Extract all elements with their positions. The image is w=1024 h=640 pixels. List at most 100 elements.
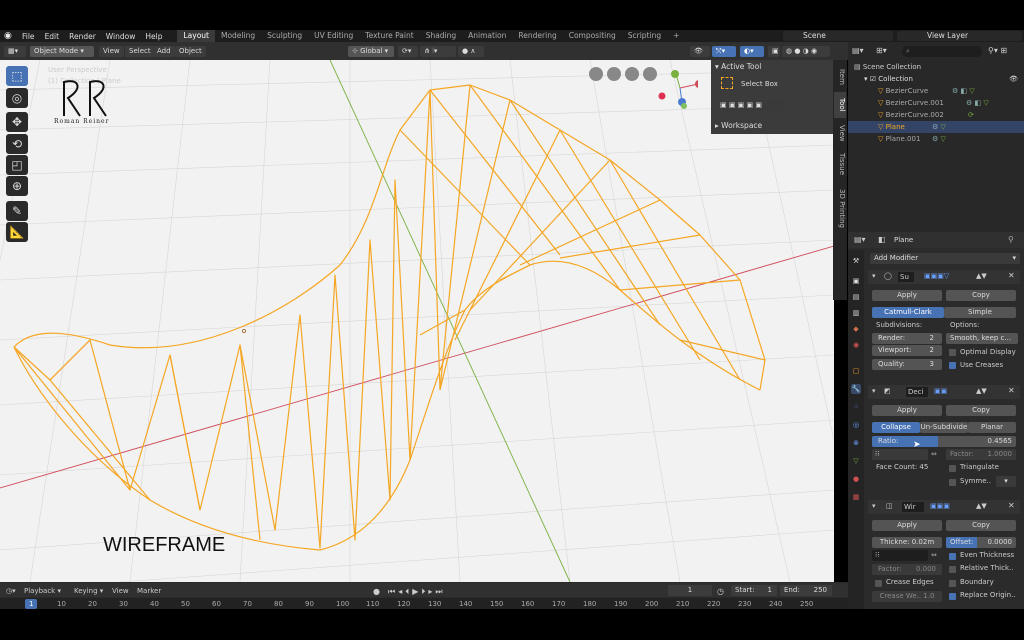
xray-icon[interactable]: ▣: [768, 46, 780, 57]
replace-original-checkbox[interactable]: [949, 593, 956, 600]
optimal-display-checkbox[interactable]: [949, 349, 956, 356]
view-menu[interactable]: View: [99, 46, 124, 57]
tab-texture-paint[interactable]: Texture Paint: [359, 30, 419, 42]
collapse-arrow-icon[interactable]: ▾: [872, 387, 876, 395]
timeline-editor-icon[interactable]: ◷▾: [6, 587, 16, 595]
wireframe-copy-button[interactable]: Copy: [946, 520, 1016, 531]
marker-menu[interactable]: Marker: [137, 587, 161, 595]
gizmo-toggle-icon[interactable]: ⤲▾: [712, 46, 736, 57]
tab-3d-printing[interactable]: 3D Printing: [834, 184, 846, 232]
outliner-item-beziercurve-002[interactable]: ▽ BezierCurve.002 ⟳: [848, 109, 1024, 121]
offset-field[interactable]: Offset: 0.0000: [946, 537, 1016, 548]
wireframe-name-field[interactable]: Wir: [902, 502, 924, 512]
simple-button[interactable]: Simple: [944, 307, 1016, 318]
thickness-field[interactable]: Thickne: 0.02m: [872, 537, 942, 548]
collapse-arrow-icon[interactable]: ▾: [872, 502, 876, 510]
decimate-modifier-header[interactable]: ▾ ◩ Deci ▣▣ ▲▼ ✕: [868, 385, 1020, 399]
playback-menu[interactable]: Playback ▾: [24, 587, 61, 595]
catmull-clark-button[interactable]: Catmull-Clark: [872, 307, 944, 318]
shading-modes[interactable]: ◍ ● ◑ ◉: [782, 46, 830, 57]
tab-compositing[interactable]: Compositing: [563, 30, 622, 42]
visibility-icon[interactable]: 👁▾: [690, 46, 710, 66]
viewport-levels-field[interactable]: Viewport: 2: [872, 345, 942, 356]
modifier-tab-icon[interactable]: 🔧: [851, 384, 861, 394]
add-workspace-button[interactable]: +: [667, 30, 685, 42]
select-mode-buttons[interactable]: ▣ ▣ ▣ ▣ ▣: [717, 100, 787, 111]
tab-shading[interactable]: Shading: [420, 30, 462, 42]
add-menu[interactable]: Add: [153, 46, 175, 57]
transform-tool-icon[interactable]: ⊕: [6, 176, 28, 196]
unsubdivide-button[interactable]: Un-Subdivide: [920, 422, 968, 433]
quality-field[interactable]: Quality: 3: [872, 359, 942, 370]
crease-weight-field[interactable]: Crease We.. 1.0: [872, 591, 942, 602]
current-frame-field[interactable]: 1: [668, 585, 712, 596]
outliner-item-plane[interactable]: ▽ Plane ⚙ ▽: [848, 121, 1024, 133]
crease-edges-checkbox[interactable]: [875, 580, 882, 587]
subsurf-name-field[interactable]: Su: [898, 272, 914, 282]
use-creases-checkbox[interactable]: [949, 362, 956, 369]
menu-file[interactable]: File: [17, 32, 40, 41]
outliner-editor-icon[interactable]: ▤▾: [852, 46, 872, 57]
decimate-copy-button[interactable]: Copy: [946, 405, 1016, 416]
display-toggles-icon[interactable]: ▣▣▣▽: [924, 272, 949, 280]
select-box-icon[interactable]: [721, 77, 733, 89]
texture-tab-icon[interactable]: ▦: [851, 492, 861, 502]
constraints-tab-icon[interactable]: ⊗: [851, 438, 861, 448]
move-arrows-icon[interactable]: ▲▼: [976, 387, 987, 395]
invert-arrows-icon[interactable]: ⇔: [931, 551, 937, 559]
pin-icon[interactable]: ⚲: [1008, 235, 1014, 244]
scale-tool-icon[interactable]: ◰: [6, 155, 28, 175]
measure-tool-icon[interactable]: 📐: [6, 222, 28, 242]
invert-arrows-icon[interactable]: ⇔: [931, 450, 937, 458]
physics-tab-icon[interactable]: ◎: [851, 420, 861, 430]
even-thickness-checkbox[interactable]: [949, 553, 956, 560]
overlay-toggle-icon[interactable]: ◐▾: [740, 46, 764, 57]
select-menu[interactable]: Select: [125, 46, 155, 57]
object-menu[interactable]: Object: [175, 46, 206, 57]
navigation-gizmo[interactable]: [588, 66, 703, 116]
start-frame-field[interactable]: Start: 1: [731, 585, 777, 596]
remove-modifier-icon[interactable]: ✕: [1008, 501, 1015, 510]
material-tab-icon[interactable]: ●: [851, 474, 861, 484]
ratio-slider[interactable]: Ratio: 0.4565: [872, 436, 1016, 447]
data-tab-icon[interactable]: ▽: [851, 456, 861, 466]
tab-tool[interactable]: Tool: [834, 92, 846, 118]
outliner-search-input[interactable]: ⌕: [902, 46, 982, 57]
pivot-icon[interactable]: ⟳▾: [398, 46, 418, 57]
render-levels-field[interactable]: Render: 2: [872, 333, 942, 344]
orientation-dropdown[interactable]: ⊹ Global ▾: [348, 46, 394, 57]
properties-editor-icon[interactable]: ▤▾: [854, 235, 866, 244]
collapse-arrow-icon[interactable]: ▾: [872, 272, 876, 280]
view-layer-selector[interactable]: View Layer: [897, 31, 1022, 41]
cursor-tool-icon[interactable]: ◎: [6, 88, 28, 108]
menu-edit[interactable]: Edit: [40, 32, 65, 41]
keying-menu[interactable]: Keying ▾: [74, 587, 103, 595]
outliner-item-beziercurve[interactable]: ▽ BezierCurve ⚙ ◧ ▽: [848, 85, 1024, 97]
playback-controls[interactable]: ⏮◂⏴▶⏵▸⏭: [388, 587, 446, 597]
display-mode-icon[interactable]: ⊞▾: [876, 46, 896, 57]
symmetry-checkbox[interactable]: [949, 479, 956, 486]
scene-selector[interactable]: Scene: [783, 31, 893, 41]
tab-animation[interactable]: Animation: [462, 30, 512, 42]
subsurf-apply-button[interactable]: Apply: [872, 290, 942, 301]
output-tab-icon[interactable]: ▤: [851, 292, 861, 302]
outliner-item-plane-001[interactable]: ▽ Plane.001 ⚙ ▽: [848, 133, 1024, 145]
decimate-apply-button[interactable]: Apply: [872, 405, 942, 416]
tab-uv-editing[interactable]: UV Editing: [308, 30, 359, 42]
display-toggles-icon[interactable]: ▣▣: [934, 387, 947, 395]
vertex-group-factor-field[interactable]: Factor: 1.0000: [946, 449, 1016, 460]
snap-icon[interactable]: ⋔ ⫶▾: [420, 46, 456, 57]
wireframe-apply-button[interactable]: Apply: [872, 520, 942, 531]
select-box-tool-icon[interactable]: ⬚: [6, 66, 28, 86]
add-modifier-dropdown[interactable]: Add Modifier ▾: [870, 253, 1020, 264]
wire-vertex-group-field[interactable]: ⁝⁝: [872, 550, 928, 561]
scene-collection-row[interactable]: ▤ Scene Collection: [848, 61, 1024, 73]
tab-view[interactable]: View: [834, 120, 846, 146]
scene-tab-icon[interactable]: ◆: [851, 324, 861, 334]
remove-modifier-icon[interactable]: ✕: [1008, 386, 1015, 395]
remove-modifier-icon[interactable]: ✕: [1008, 271, 1015, 280]
subsurf-modifier-header[interactable]: ▾ ◯ Su ▣▣▣▽ ▲▼ ✕: [868, 270, 1020, 284]
vertex-group-field[interactable]: ⁝⁝: [872, 449, 928, 460]
collapse-button[interactable]: Collapse: [872, 422, 920, 433]
timeline-view-menu[interactable]: View: [112, 587, 129, 595]
